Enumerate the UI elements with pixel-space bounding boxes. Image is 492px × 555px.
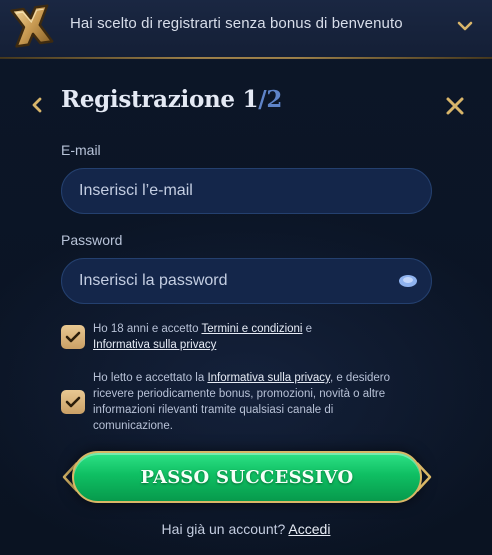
next-step-button-wrapper: PASSO SUCCESSIVO	[62, 447, 432, 507]
step-total: 2	[266, 86, 283, 113]
check-icon	[65, 331, 81, 343]
close-icon[interactable]	[444, 95, 466, 117]
terms-consent-line-1: Ho 18 anni e accetto Termini e condizion…	[93, 321, 312, 337]
password-label: Password	[61, 232, 123, 248]
consent-text: Ho letto e accettato la	[93, 372, 208, 384]
marketing-checkbox[interactable]	[61, 390, 85, 414]
page-title: Registrazione 1/2	[61, 86, 282, 113]
consent-text: , e desidero	[329, 372, 391, 384]
marketing-consent-text: Ho letto e accettato la Informativa sull…	[93, 370, 390, 434]
chevron-left-icon[interactable]	[28, 96, 46, 114]
email-input[interactable]	[61, 168, 432, 214]
next-step-label: PASSO SUCCESSIVO	[140, 466, 354, 488]
privacy-link[interactable]: Informativa sulla privacy	[93, 339, 216, 351]
marketing-consent-line-1: Ho letto e accettato la Informativa sull…	[93, 370, 390, 386]
button-cap-right	[416, 462, 432, 492]
terms-link[interactable]: Termini e condizioni	[201, 323, 302, 335]
marketing-consent-line-2: ricevere periodicamente bonus, promozion…	[93, 388, 386, 400]
terms-consent-line-2: Informativa sulla privacy	[93, 337, 312, 353]
cross-icon	[10, 4, 54, 48]
marketing-privacy-link[interactable]: Informativa sulla privacy	[207, 372, 330, 384]
title-text: Registrazione	[61, 86, 235, 113]
banner-text: Hai scelto di registrarti senza bonus di…	[70, 15, 403, 32]
bonus-banner[interactable]: Hai scelto di registrarti senza bonus di…	[0, 0, 492, 59]
marketing-consent-line-4: comunicazione.	[93, 420, 173, 432]
terms-checkbox[interactable]	[61, 325, 85, 349]
login-prompt-text: Hai già un account?	[161, 521, 289, 537]
eye-icon[interactable]	[398, 273, 418, 289]
chevron-down-icon[interactable]	[456, 17, 474, 35]
password-input[interactable]	[61, 258, 432, 304]
check-icon	[65, 396, 81, 408]
step-current: 1	[242, 86, 259, 113]
login-prompt: Hai già un account? Accedi	[0, 521, 492, 537]
next-step-button[interactable]: PASSO SUCCESSIVO	[72, 451, 422, 503]
marketing-consent-line-3: informazioni rilevanti tramite qualsiasi…	[93, 404, 334, 416]
terms-consent-text: Ho 18 anni e accetto Termini e condizion…	[93, 321, 312, 353]
consent-text: Ho 18 anni e accetto	[93, 323, 202, 335]
consent-text: e	[302, 323, 313, 335]
login-link[interactable]: Accedi	[288, 521, 330, 537]
email-label: E-mail	[61, 142, 101, 158]
banner-divider	[0, 57, 492, 59]
